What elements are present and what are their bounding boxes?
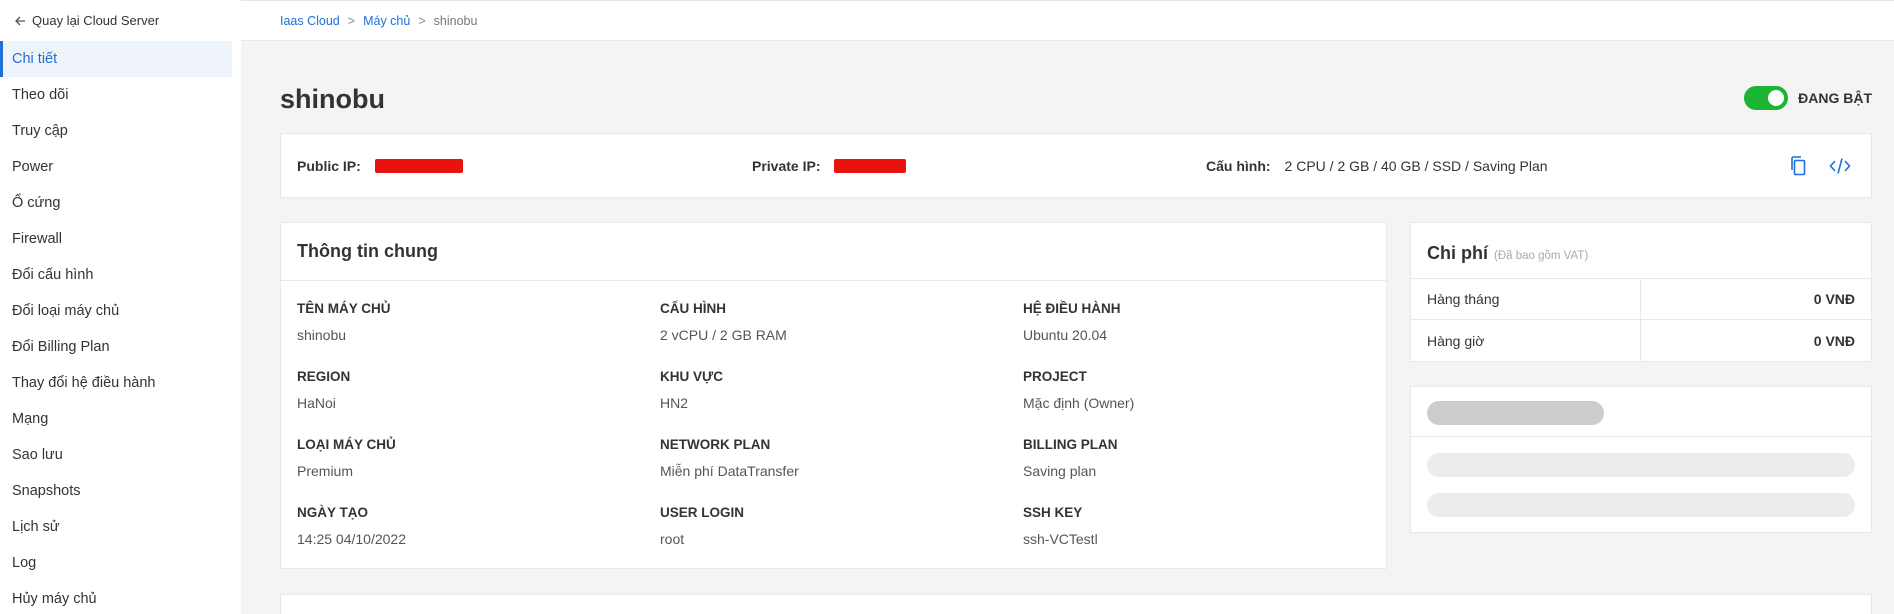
info-value: root [660, 531, 685, 547]
public-ip-redacted [374, 159, 463, 173]
page-title: shinobu [280, 84, 385, 114]
toggle-knob [1768, 90, 1785, 106]
info-value: Mặc định (Owner) [1023, 395, 1135, 411]
sidebar-item-firewall[interactable]: Firewall [0, 221, 232, 257]
public-ip: Public IP: [297, 158, 463, 174]
info-key: HỆ ĐIỀU HÀNH [1023, 301, 1121, 316]
breadcrumb-separator: > [418, 14, 426, 28]
info-field: KHU VỰC HN2 [660, 369, 1000, 411]
cost-panel: Chi phí (Đã bao gồm VAT) Hàng tháng 0 VN… [1410, 222, 1872, 362]
sidebar: Quay lại Cloud Server Chi tiết Theo dõi … [0, 0, 241, 614]
info-key: PROJECT [1023, 369, 1087, 384]
info-key: USER LOGIN [660, 505, 745, 520]
info-value: 2 vCPU / 2 GB RAM [660, 327, 787, 343]
cost-label: Hàng tháng [1411, 279, 1641, 319]
power-status-label: ĐANG BẬT [1798, 90, 1872, 106]
skeleton-line [1427, 493, 1855, 517]
info-field: TÊN MÁY CHỦ shinobu [297, 301, 637, 343]
config-summary: Cấu hình: 2 CPU / 2 GB / 40 GB / SSD / S… [1206, 158, 1548, 174]
sidebar-item-sao-luu[interactable]: Sao lưu [0, 437, 232, 473]
info-field: BILLING PLAN Saving plan [1023, 437, 1363, 479]
info-value: HN2 [660, 395, 689, 411]
info-key: LOẠI MÁY CHỦ [297, 437, 396, 452]
general-info-panel: Thông tin chung TÊN MÁY CHỦ shinobu CẤU … [280, 222, 1387, 569]
config-value: 2 CPU / 2 GB / 40 GB / SSD / Saving Plan [1284, 158, 1548, 174]
back-link[interactable]: Quay lại Cloud Server [14, 13, 159, 28]
info-field: NGÀY TẠO 14:25 04/10/2022 [297, 505, 637, 547]
info-value: Miễn phí DataTransfer [660, 463, 799, 479]
sidebar-item-theo-doi[interactable]: Theo dõi [0, 77, 232, 113]
info-value: Ubuntu 20.04 [1023, 327, 1108, 343]
sidebar-item-power[interactable]: Power [0, 149, 232, 185]
info-key: TÊN MÁY CHỦ [297, 301, 391, 316]
cost-subtitle: (Đã bao gồm VAT) [1494, 250, 1589, 262]
skeleton-title-bar [1427, 401, 1604, 425]
sidebar-item-chi-tiet[interactable]: Chi tiết [0, 41, 232, 77]
breadcrumb: Iaas Cloud > Máy chủ > shinobu [280, 14, 477, 28]
topbar: Iaas Cloud > Máy chủ > shinobu [241, 0, 1894, 41]
config-label: Cấu hình: [1206, 158, 1271, 174]
sidebar-item-doi-loai-may-chu[interactable]: Đổi loại máy chủ [0, 293, 232, 329]
info-key: NETWORK PLAN [660, 437, 771, 452]
sidebar-item-lich-su[interactable]: Lịch sử [0, 509, 232, 545]
breadcrumb-iaas-cloud[interactable]: Iaas Cloud [280, 14, 340, 28]
info-field: HỆ ĐIỀU HÀNH Ubuntu 20.04 [1023, 301, 1363, 343]
info-value: shinobu [297, 327, 347, 343]
sidebar-item-doi-cau-hinh[interactable]: Đổi cấu hình [0, 257, 232, 293]
general-info-title: Thông tin chung [281, 223, 1386, 281]
info-key: SSH KEY [1023, 505, 1083, 520]
power-toggle[interactable] [1744, 86, 1789, 110]
cost-row-hourly: Hàng giờ 0 VNĐ [1411, 320, 1871, 361]
loading-skeleton-panel [1410, 386, 1872, 533]
cost-row-monthly: Hàng tháng 0 VNĐ [1411, 279, 1871, 320]
info-field: LOẠI MÁY CHỦ Premium [297, 437, 637, 479]
breadcrumb-separator: > [347, 14, 356, 28]
private-ip-redacted [834, 159, 907, 173]
cost-value: 0 VNĐ [1813, 332, 1855, 349]
skeleton-header [1411, 387, 1871, 437]
info-key: NGÀY TẠO [297, 505, 369, 520]
breadcrumb-may-chu[interactable]: Máy chủ [363, 14, 410, 28]
info-field: NETWORK PLAN Miễn phí DataTransfer [660, 437, 1000, 479]
copy-icon[interactable] [1786, 154, 1810, 178]
info-field: USER LOGIN root [660, 505, 1000, 547]
info-key: BILLING PLAN [1023, 437, 1118, 452]
info-field: SSH KEY ssh-VCTestl [1023, 505, 1363, 547]
info-value: HaNoi [297, 395, 336, 411]
power-status: ĐANG BẬT [1744, 86, 1872, 110]
sidebar-item-snapshots[interactable]: Snapshots [0, 473, 232, 509]
info-value: Saving plan [1023, 463, 1097, 479]
info-value: 14:25 04/10/2022 [297, 531, 406, 547]
info-value: Premium [297, 463, 354, 479]
cost-value: 0 VNĐ [1813, 291, 1855, 307]
code-icon[interactable] [1828, 154, 1852, 178]
arrow-left-icon [15, 16, 25, 25]
sidebar-item-o-cung[interactable]: Ổ cứng [0, 185, 232, 221]
info-key: REGION [297, 369, 351, 384]
info-field: REGION HaNoi [297, 369, 637, 411]
info-field: CẤU HÌNH 2 vCPU / 2 GB RAM [660, 301, 1000, 343]
sidebar-item-log[interactable]: Log [0, 545, 232, 581]
cost-label: Hàng giờ [1411, 320, 1641, 361]
breadcrumb-current: shinobu [433, 14, 478, 28]
sidebar-item-huy-may-chu[interactable]: Hủy máy chủ [0, 581, 232, 614]
info-key: CẤU HÌNH [660, 301, 726, 316]
sidebar-item-truy-cap[interactable]: Truy cập [0, 113, 232, 149]
ip-bar: Public IP: Private IP: Cấu hình: 2 CPU /… [280, 133, 1872, 198]
skeleton-line [1427, 453, 1855, 477]
info-value: ssh-VCTestl [1023, 531, 1098, 547]
cost-title: Chi phí [1427, 243, 1488, 263]
info-field: PROJECT Mặc định (Owner) [1023, 369, 1363, 411]
public-ip-label: Public IP: [297, 158, 361, 174]
back-link-label: Quay lại Cloud Server [32, 13, 160, 28]
private-ip-label: Private IP: [752, 158, 821, 174]
bottom-panel [280, 594, 1872, 614]
sidebar-item-doi-billing-plan[interactable]: Đổi Billing Plan [0, 329, 232, 365]
cost-header: Chi phí (Đã bao gồm VAT) [1411, 223, 1871, 279]
private-ip: Private IP: [752, 158, 907, 174]
sidebar-item-thay-doi-he-dieu-hanh[interactable]: Thay đổi hệ điều hành [0, 365, 232, 401]
sidebar-item-mang[interactable]: Mạng [0, 401, 232, 437]
info-key: KHU VỰC [660, 369, 723, 384]
